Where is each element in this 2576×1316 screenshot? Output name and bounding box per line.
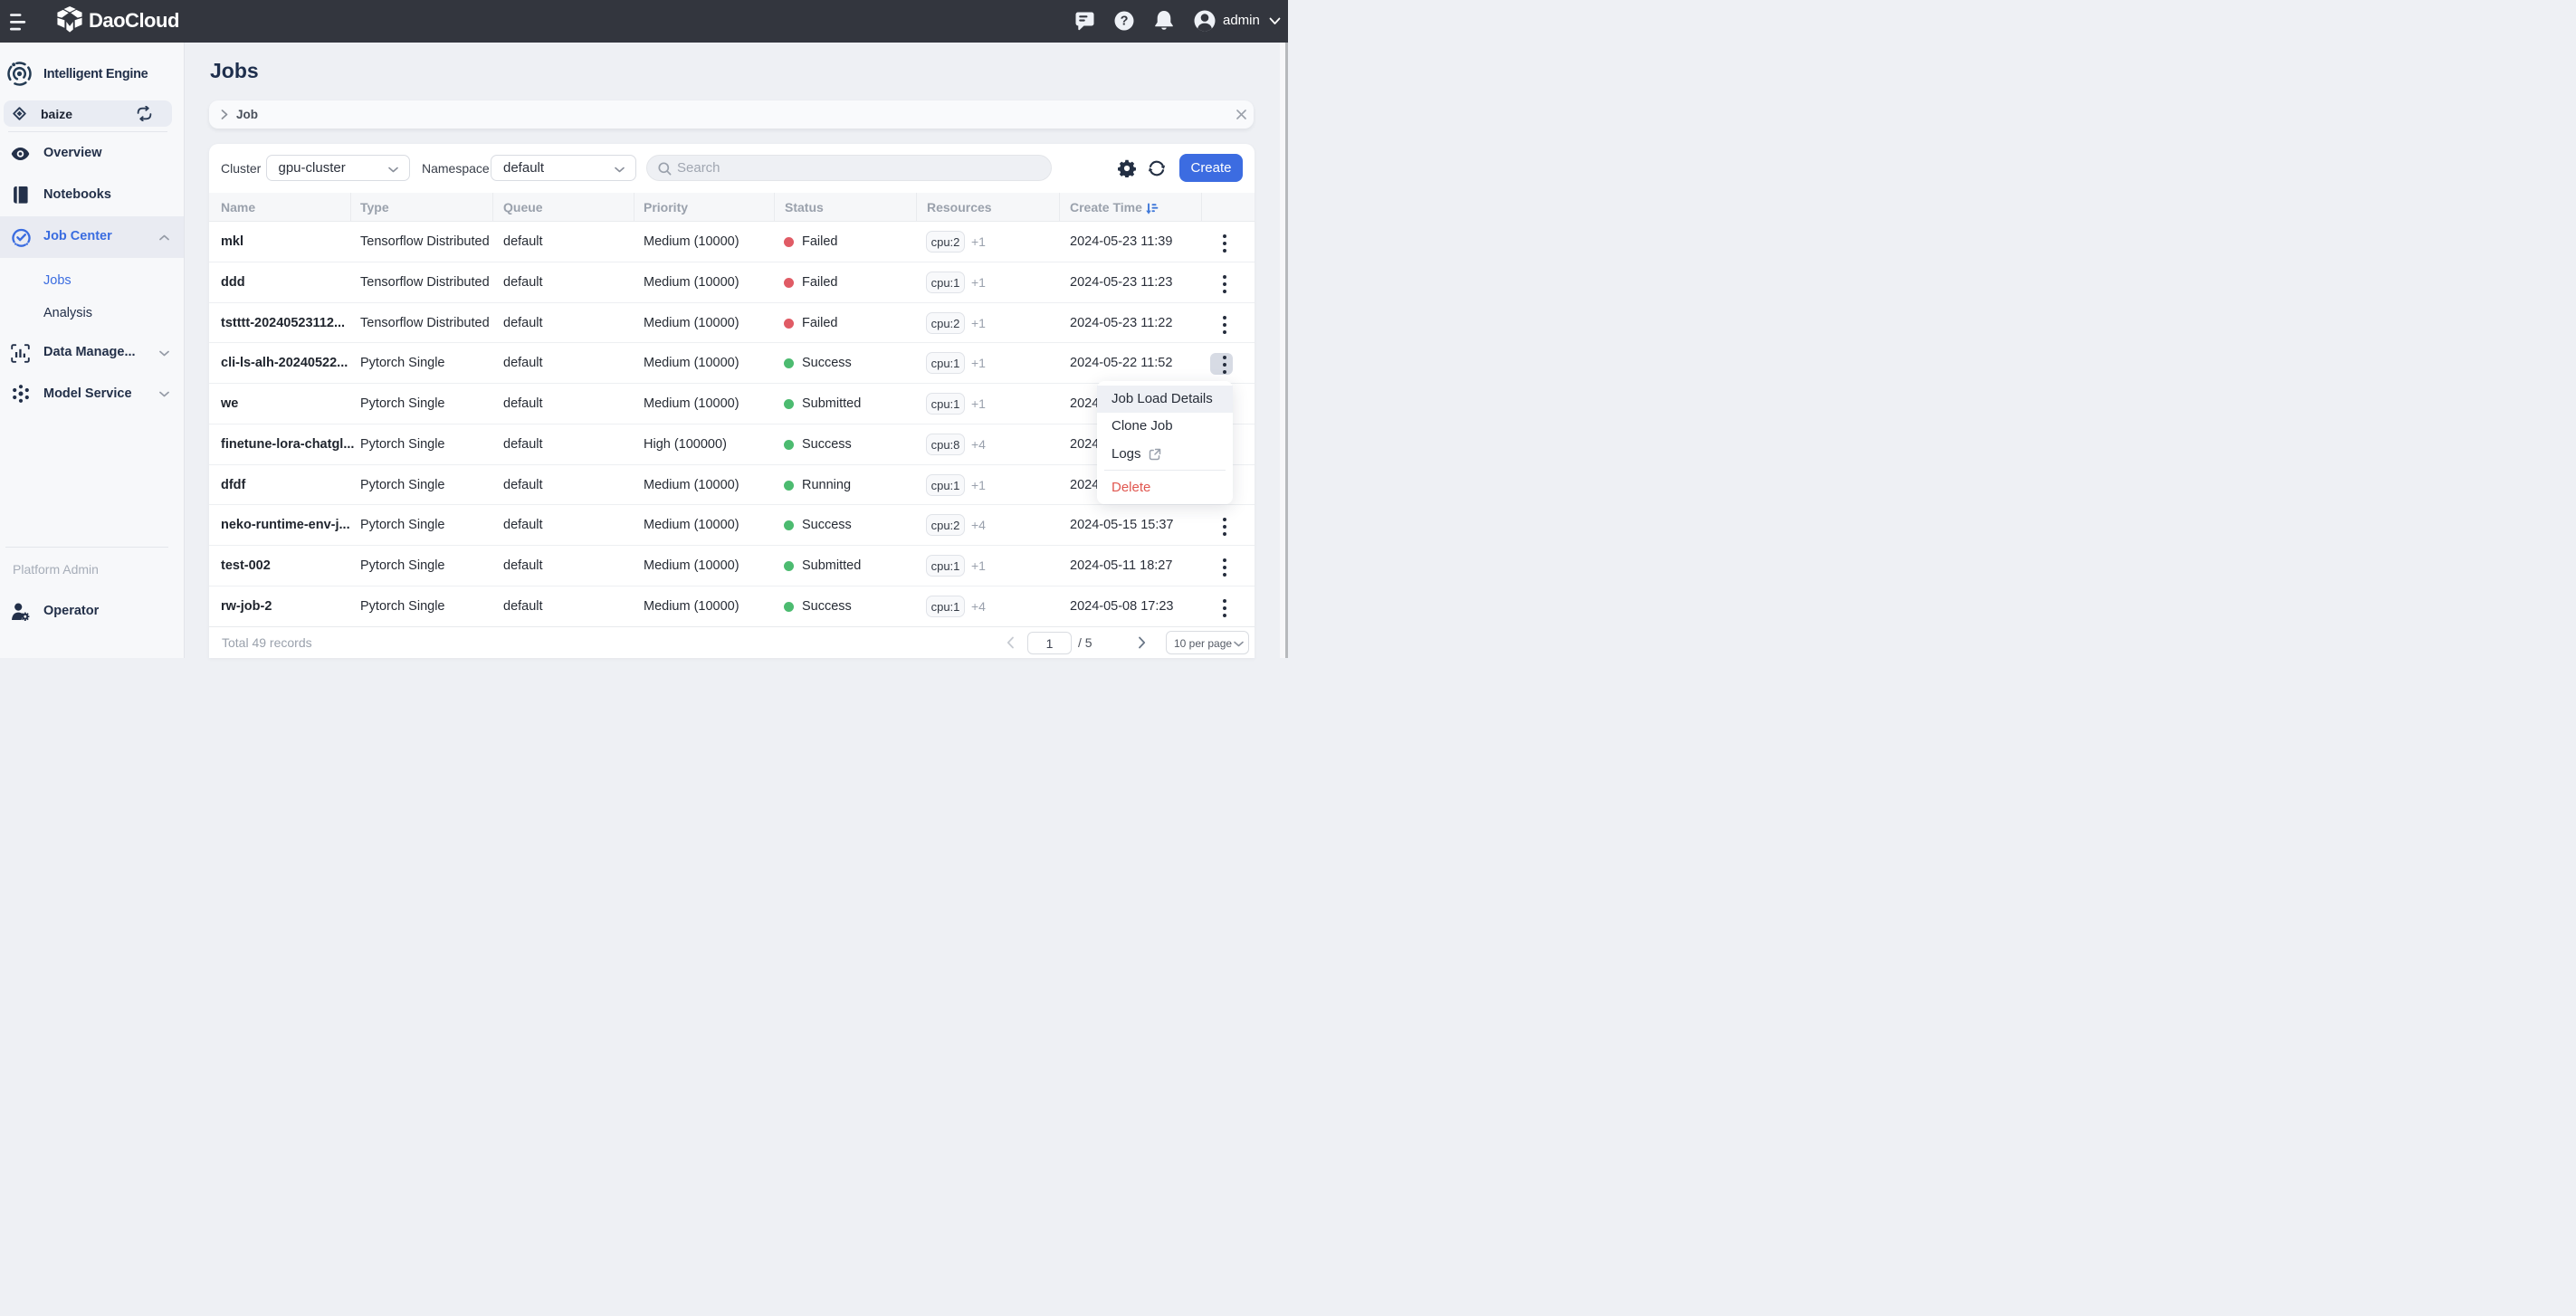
svg-text:?: ?	[1121, 14, 1129, 29]
